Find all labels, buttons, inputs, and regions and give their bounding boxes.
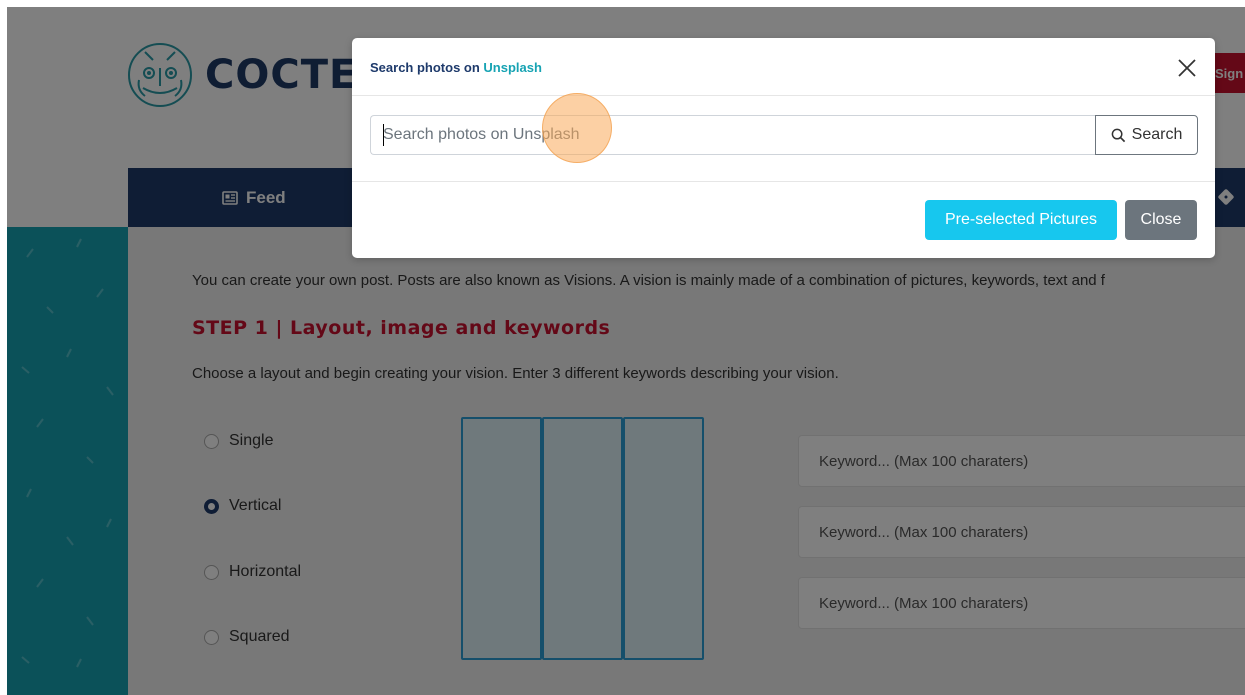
close-button[interactable]: Close — [1125, 200, 1197, 240]
modal-footer: Pre-selected Pictures Close — [352, 181, 1215, 258]
modal-title-prefix: Search photos on — [370, 60, 484, 75]
modal-title-accent: Unsplash — [483, 60, 542, 75]
search-input[interactable] — [370, 115, 1095, 155]
modal-title: Search photos on Unsplash — [370, 60, 542, 75]
search-group: Search — [370, 115, 1198, 155]
click-indicator — [542, 93, 612, 163]
text-caret — [383, 124, 384, 146]
search-icon — [1111, 128, 1125, 142]
search-button[interactable]: Search — [1095, 115, 1198, 155]
modal-header: Search photos on Unsplash — [352, 38, 1215, 96]
preselected-pictures-button[interactable]: Pre-selected Pictures — [925, 200, 1117, 240]
close-icon[interactable] — [1175, 56, 1199, 80]
search-button-label: Search — [1131, 126, 1183, 143]
unsplash-search-modal: Search photos on Unsplash Search Pre-sel… — [352, 38, 1215, 258]
